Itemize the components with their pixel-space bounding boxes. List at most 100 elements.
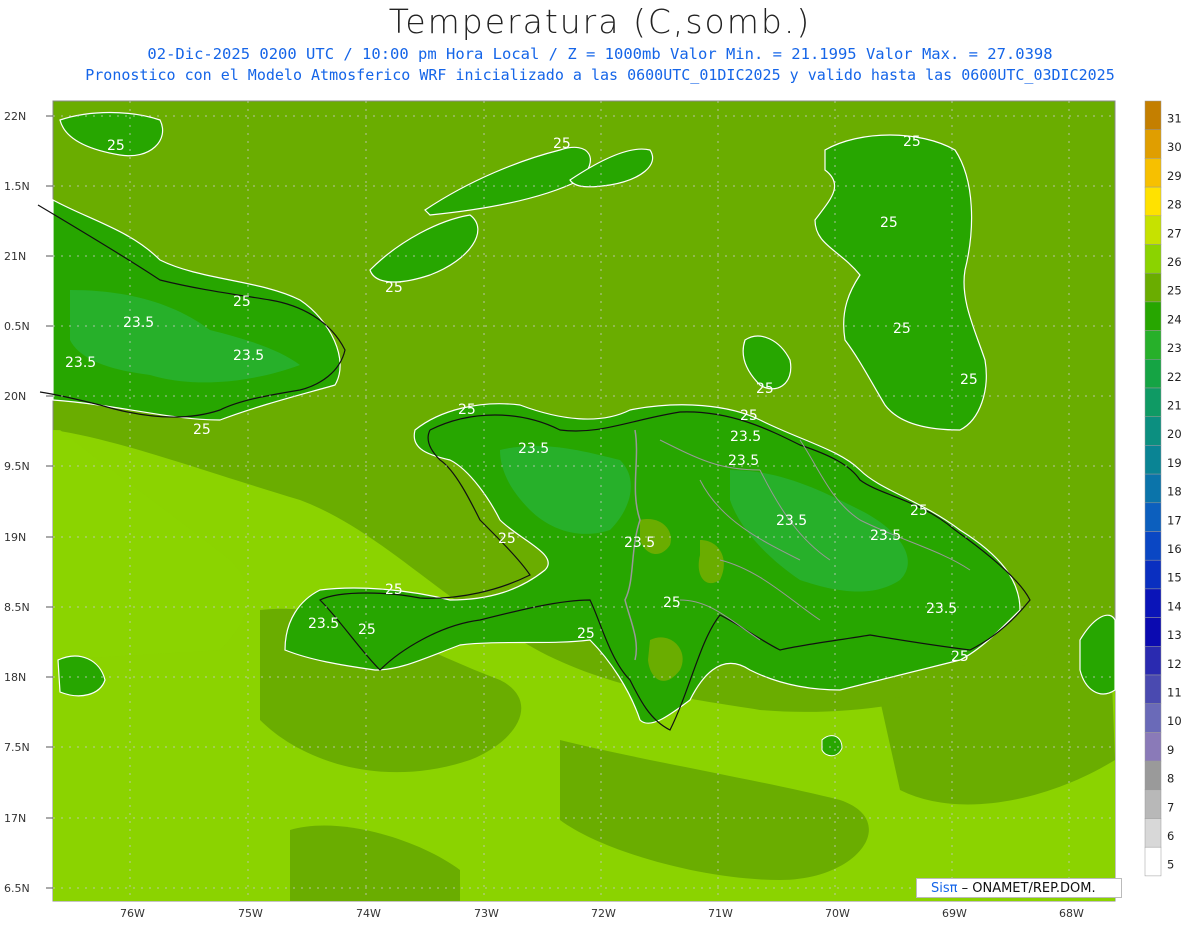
colorbar-label: 10 [1167,714,1182,728]
lat-label: 17N [4,812,26,825]
colorbar-label: 28 [1167,198,1182,212]
colorbar-swatch [1144,502,1162,532]
lat-label: 1.5N [4,180,30,193]
colorbar-label: 17 [1167,513,1182,527]
colorbar-swatch [1144,100,1162,130]
lon-label: 74W [356,907,381,920]
colorbar-label: 14 [1167,599,1182,613]
lat-label: 0.5N [4,320,30,333]
colorbar-swatch [1144,215,1162,245]
contour-label: 25 [385,582,403,598]
contour-label: 25 [880,215,898,231]
latitude-labels: 22N 1.5N 21N 0.5N 20N 9.5N 19N 8.5N 18N … [4,110,30,895]
contour-label: 25 [577,626,595,642]
lat-label: 8.5N [4,601,30,614]
credit-text: – ONAMET/REP.DOM. [961,881,1096,896]
colorbar-label: 26 [1167,255,1182,269]
contour-label: 23.5 [65,355,96,371]
colorbar-swatch [1144,387,1162,417]
colorbar-label: 25 [1167,284,1182,298]
lon-label: 69W [942,907,967,920]
colorbar-label: 16 [1167,542,1182,556]
lon-label: 68W [1059,907,1084,920]
colorbar-label: 11 [1167,686,1182,700]
lat-label: 19N [4,531,26,544]
colorbar-swatch [1144,359,1162,389]
lon-label: 75W [238,907,263,920]
colorbar-swatch [1144,818,1162,848]
colorbar-swatch [1144,445,1162,475]
colorbar-swatch [1144,244,1162,274]
colorbar-swatch [1144,531,1162,561]
colorbar-swatch [1144,732,1162,762]
colorbar-label: 15 [1167,571,1182,585]
contour-label: 23.5 [728,453,759,469]
colorbar-swatch [1144,617,1162,647]
colorbar-label: 8 [1167,772,1174,786]
contour-label: 25 [498,531,516,547]
colorbar-label: 6 [1167,829,1174,843]
contour-label: 23.5 [926,601,957,617]
contour-label: 25 [233,294,251,310]
lon-label: 73W [474,907,499,920]
colorbar-swatch [1144,330,1162,360]
longitude-labels: 76W 75W 74W 73W 72W 71W 70W 69W 68W [120,907,1084,920]
contour-label: 25 [910,503,928,519]
contour-label: 23.5 [776,513,807,529]
lat-ticks [46,115,53,889]
colorbar-swatch [1144,760,1162,791]
colorbar: 31 30 29 28 27 26 25 24 23 22 21 20 19 18 17 16 15 14 13 12… [1144,100,1182,877]
colorbar-label: 20 [1167,427,1182,441]
colorbar-label: 22 [1167,370,1182,384]
colorbar-label: 7 [1167,800,1174,814]
contour-label: 23.5 [518,441,549,457]
contour-label: 25 [385,280,403,296]
lat-label: 21N [4,250,26,263]
lat-label: 7.5N [4,741,30,754]
colorbar-swatch [1144,158,1162,188]
temperature-map: 22N 1.5N 21N 0.5N 20N 9.5N 19N 8.5N 18N … [4,100,1182,920]
colorbar-swatch [1144,272,1162,303]
colorbar-swatch [1144,703,1162,733]
contour-label: 23.5 [308,616,339,632]
contour-label: 25 [893,321,911,337]
contour-label: 25 [107,138,125,154]
contour-label: 25 [458,402,476,418]
contour-label: 25 [960,372,978,388]
colorbar-label: 30 [1167,140,1182,154]
contour-label: 23.5 [730,429,761,445]
colorbar-label: 27 [1167,226,1182,240]
contour-label: 23.5 [870,528,901,544]
lat-label: 22N [4,110,26,123]
colorbar-label: 19 [1167,456,1182,470]
contour-label: 25 [358,622,376,638]
credit-box: Sisπ – ONAMET/REP.DOM. [916,878,1122,898]
colorbar-label: 9 [1167,743,1174,757]
colorbar-swatch [1144,129,1162,159]
colorbar-label: 12 [1167,657,1182,671]
colorbar-label: 18 [1167,485,1182,499]
contour-label: 25 [951,649,969,665]
colorbar-swatch [1144,846,1162,877]
colorbar-label: 13 [1167,628,1182,642]
contour-label: 25 [553,136,571,152]
lon-label: 70W [825,907,850,920]
sispi-logo: Sisπ [931,881,958,896]
contour-label: 23.5 [123,315,154,331]
colorbar-label: 21 [1167,399,1182,413]
contour-label: 25 [756,381,774,397]
contour-label: 25 [740,408,758,424]
contour-label: 25 [903,134,921,150]
colorbar-swatch [1144,559,1162,590]
contour-label: 25 [663,595,681,611]
colorbar-label: 31 [1167,112,1182,126]
colorbar-label: 5 [1167,858,1174,872]
colorbar-swatch [1144,588,1162,618]
lat-label: 18N [4,671,26,684]
lat-label: 6.5N [4,882,30,895]
contour-label: 23.5 [233,348,264,364]
contour-label: 23.5 [624,535,655,551]
lon-label: 71W [708,907,733,920]
contour-label: 25 [193,422,211,438]
lat-label: 9.5N [4,460,30,473]
